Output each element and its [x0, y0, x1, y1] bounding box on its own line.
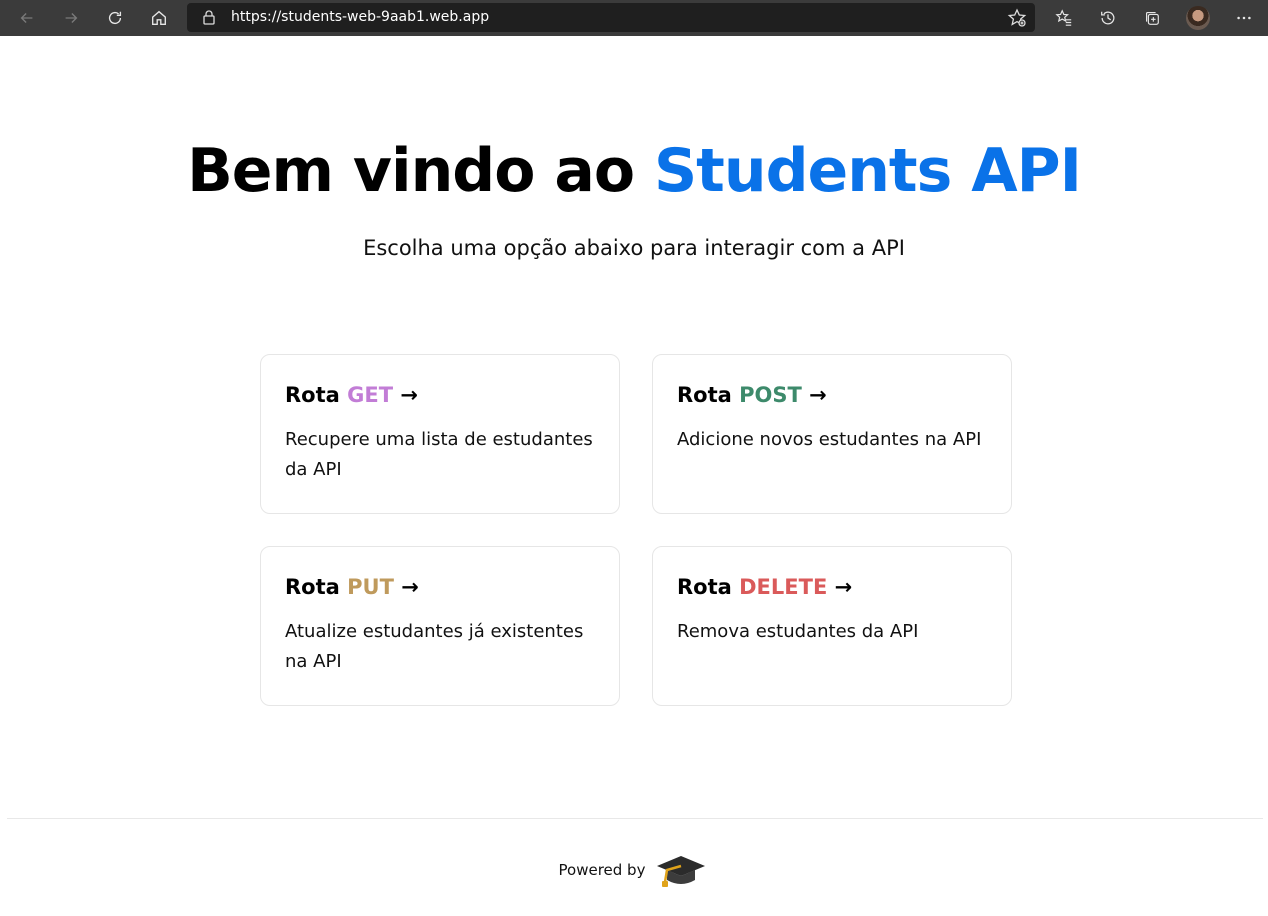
method-delete: DELETE — [739, 575, 828, 599]
lock-icon[interactable] — [201, 9, 217, 25]
address-bar[interactable]: https://students-web-9aab1.web.app — [187, 3, 1035, 32]
card-title[interactable]: Rota PUT → — [285, 575, 595, 599]
graduation-cap-icon[interactable] — [653, 848, 709, 892]
card-title-prefix: Rota — [285, 383, 348, 407]
card-title[interactable]: Rota DELETE → — [677, 575, 987, 599]
refresh-icon[interactable] — [101, 4, 129, 32]
card-put-route[interactable]: Rota PUT → Atualize estudantes já existe… — [260, 546, 620, 706]
method-put: PUT — [347, 575, 394, 599]
card-get-route[interactable]: Rota GET → Recupere uma lista de estudan… — [260, 354, 620, 514]
forward-icon[interactable] — [57, 4, 85, 32]
page-title-accent: Students API — [653, 136, 1082, 206]
browser-toolbar: https://students-web-9aab1.web.app — [0, 0, 1268, 36]
card-description: Atualize estudantes já existentes na API — [285, 621, 584, 672]
footer-divider — [7, 818, 1263, 819]
arrow-icon: → — [801, 383, 827, 407]
arrow-icon: → — [393, 575, 419, 599]
url-text[interactable]: https://students-web-9aab1.web.app — [231, 9, 489, 25]
back-icon[interactable] — [13, 4, 41, 32]
card-title-prefix: Rota — [285, 575, 348, 599]
profile-avatar[interactable] — [1186, 6, 1210, 30]
card-description: Adicione novos estudantes na API — [677, 429, 982, 450]
home-icon[interactable] — [145, 4, 173, 32]
card-delete-route[interactable]: Rota DELETE → Remova estudantes da API — [652, 546, 1012, 706]
card-post-route[interactable]: Rota POST → Adicione novos estudantes na… — [652, 354, 1012, 514]
card-title[interactable]: Rota GET → — [285, 383, 595, 407]
card-description: Recupere uma lista de estudantes da API — [285, 429, 593, 480]
page-title-prefix: Bem vindo ao — [187, 136, 654, 206]
card-title-prefix: Rota — [677, 575, 740, 599]
powered-by-text: Powered by — [558, 861, 646, 879]
collections-icon[interactable] — [1138, 4, 1166, 32]
card-title[interactable]: Rota POST → — [677, 383, 987, 407]
favorites-icon[interactable] — [1050, 4, 1078, 32]
method-post: POST — [739, 383, 802, 407]
more-icon[interactable] — [1230, 4, 1258, 32]
method-get: GET — [347, 383, 394, 407]
arrow-icon: → — [827, 575, 853, 599]
footer: Powered by — [0, 848, 1268, 892]
add-favorite-icon[interactable] — [1007, 8, 1027, 28]
arrow-icon: → — [393, 383, 418, 407]
card-title-prefix: Rota — [677, 383, 740, 407]
page-title: Bem vindo ao Students API — [0, 136, 1268, 206]
page-subtitle: Escolha uma opção abaixo para interagir … — [363, 236, 905, 260]
card-description: Remova estudantes da API — [677, 621, 919, 642]
history-icon[interactable] — [1094, 4, 1122, 32]
